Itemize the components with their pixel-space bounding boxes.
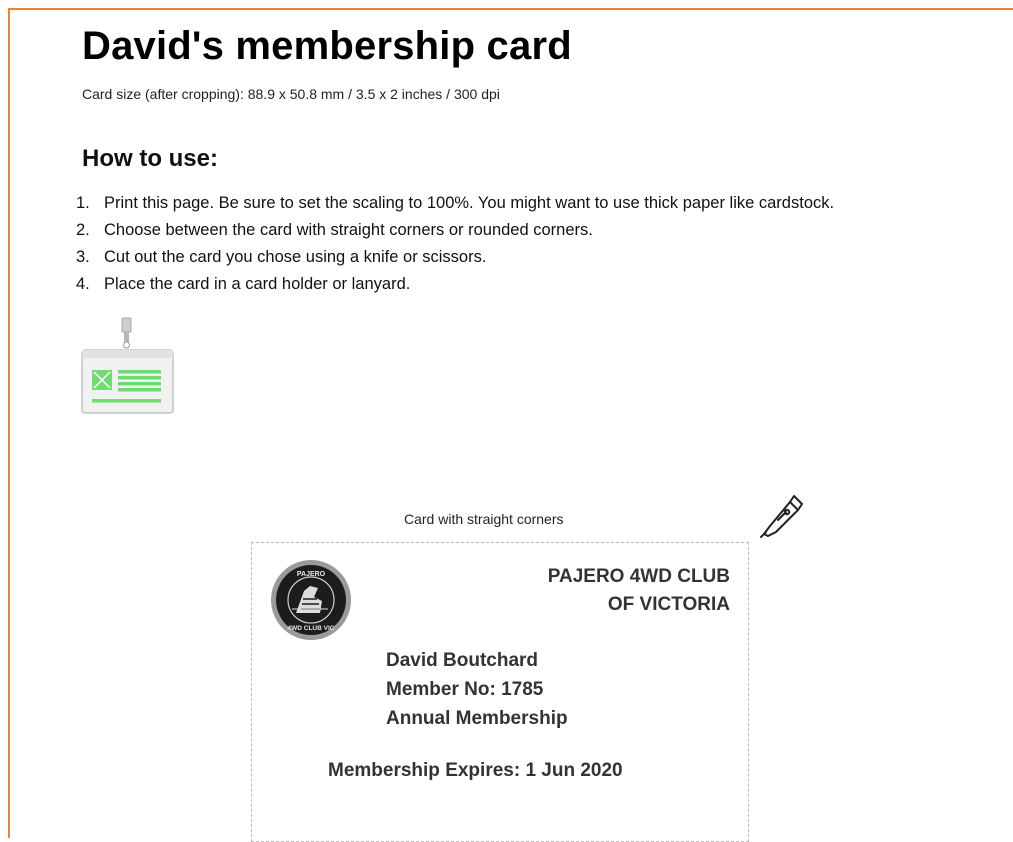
logo-text-top: PAJERO — [297, 571, 326, 578]
card-caption: Card with straight corners — [404, 511, 564, 527]
instruction-step: 1. Print this page. Be sure to set the sc… — [76, 190, 834, 217]
how-to-use-heading: How to use: — [82, 145, 218, 172]
step-number: 4. — [76, 275, 90, 293]
instruction-step: 3. Cut out the card you chose using a kni… — [76, 244, 834, 271]
step-text: Choose between the card with straight co… — [104, 221, 593, 239]
page-title: David's membership card — [82, 24, 572, 68]
step-number: 2. — [76, 221, 90, 239]
member-info: David Boutchard Member No: 1785 Annual M… — [386, 646, 568, 733]
club-logo-icon: PAJERO 4WD CLUB VIC — [271, 560, 351, 640]
step-number: 1. — [76, 194, 90, 212]
logo-text-bottom: 4WD CLUB VIC — [288, 625, 335, 632]
step-text: Cut out the card you chose using a knife… — [104, 248, 487, 266]
craft-knife-icon — [760, 495, 803, 538]
member-number: Member No: 1785 — [386, 679, 544, 700]
instruction-step: 4. Place the card in a card holder or lan… — [76, 271, 834, 298]
step-text: Print this page. Be sure to set the scal… — [104, 194, 835, 212]
instruction-list: 1. Print this page. Be sure to set the sc… — [76, 190, 834, 298]
club-name-line: PAJERO 4WD CLUB — [547, 566, 730, 587]
instruction-step: 2. Choose between the card with straight … — [76, 217, 834, 244]
step-number: 3. — [76, 248, 90, 266]
card-size-note: Card size (after cropping): 88.9 x 50.8 … — [82, 86, 500, 102]
member-name: David Boutchard — [386, 650, 539, 671]
club-name-line: OF VICTORIA — [607, 594, 730, 615]
id-badge-holder-icon — [81, 317, 174, 414]
membership-expiry: Membership Expires: 1 Jun 2020 — [328, 760, 623, 781]
membership-card: PAJERO 4WD CLUB VIC PAJERO 4WD CLUB OF V… — [251, 542, 749, 842]
club-name: PAJERO 4WD CLUB OF VICTORIA — [548, 563, 730, 619]
membership-type: Annual Membership — [386, 708, 568, 729]
step-text: Place the card in a card holder or lanya… — [104, 275, 411, 293]
